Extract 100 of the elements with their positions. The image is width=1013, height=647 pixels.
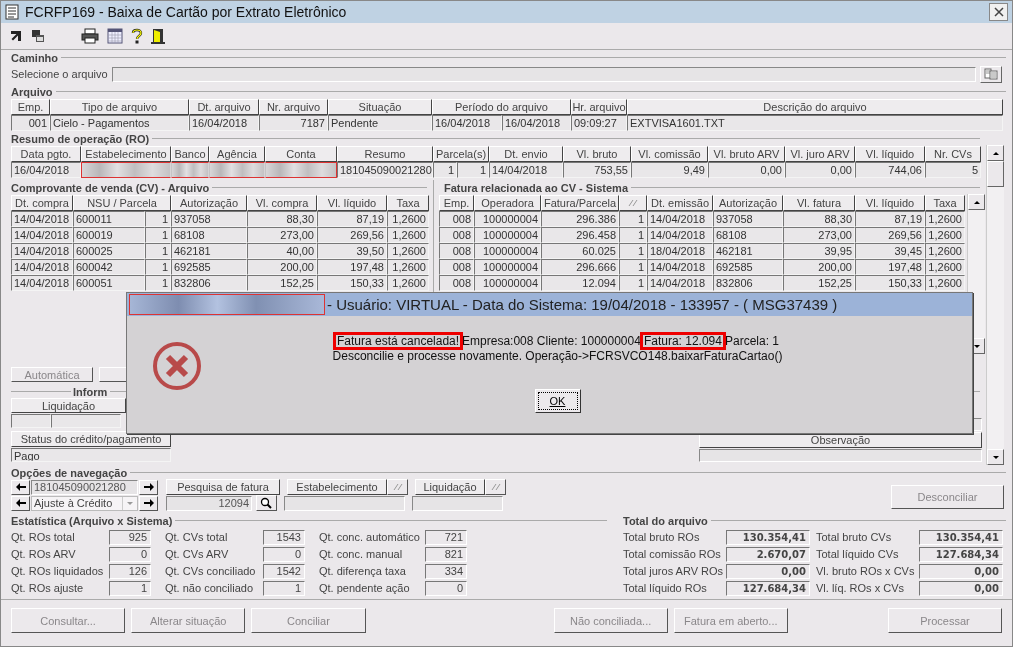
clear-button[interactable] xyxy=(387,479,408,495)
column-header[interactable]: Taxa xyxy=(387,195,429,211)
table-cell: 1 xyxy=(457,162,489,178)
column-header[interactable]: Vl. líquido xyxy=(317,195,387,211)
text-field[interactable] xyxy=(284,495,405,511)
close-icon xyxy=(992,6,1005,18)
column-header[interactable]: Período do arquivo xyxy=(432,99,571,115)
observation-field[interactable] xyxy=(699,448,982,462)
table-cell: 001 xyxy=(11,115,50,131)
clear-button[interactable] xyxy=(485,479,506,495)
next-button[interactable] xyxy=(139,495,158,511)
table-cell: 181045090021280 xyxy=(337,162,433,178)
file-path-field[interactable] xyxy=(111,66,976,82)
calendar-icon[interactable] xyxy=(107,28,123,44)
scroll-thumb[interactable] xyxy=(987,161,1004,187)
column-header[interactable]: Emp. xyxy=(439,195,474,211)
column-header[interactable]: Vl. bruto ARV xyxy=(708,146,785,162)
table-cell: Pendente xyxy=(328,115,432,131)
column-header[interactable]: Dt. compra xyxy=(11,195,73,211)
table-cell: 16/04/2018 xyxy=(432,115,502,131)
column-header[interactable]: Estabelecimento xyxy=(81,146,171,162)
column-header[interactable]: Estabelecimento xyxy=(287,479,387,495)
table-cell: 14/04/2018 xyxy=(11,211,73,227)
column-header[interactable]: Nr. CVs xyxy=(925,146,981,162)
scroll-down-button[interactable] xyxy=(987,449,1004,465)
printer-icon[interactable] xyxy=(81,28,99,44)
arrow-icon[interactable] xyxy=(9,29,23,43)
column-header[interactable]: Hr. arquivo xyxy=(571,99,627,115)
section-title: Arquivo xyxy=(11,85,54,98)
column-header[interactable]: Operadora xyxy=(474,195,541,211)
section-title: Total do arquivo xyxy=(623,514,709,527)
type-dropdown[interactable]: Ajuste à Crédito xyxy=(31,495,138,511)
search-button[interactable] xyxy=(256,495,277,511)
column-header[interactable]: Vl. líquido xyxy=(855,195,925,211)
column-header[interactable]: Emp. xyxy=(11,99,50,115)
column-header[interactable]: Vl. compra xyxy=(247,195,317,211)
ok-button[interactable]: OK xyxy=(534,389,581,413)
column-header[interactable]: Parcela(s) xyxy=(433,146,489,162)
column-header[interactable]: Pesquisa de fatura xyxy=(166,479,280,495)
table-cell: 152,25 xyxy=(247,275,317,291)
stat-value: 126 xyxy=(109,563,151,579)
column-header[interactable]: Vl. fatura xyxy=(783,195,855,211)
documents-icon xyxy=(984,68,998,80)
column-header[interactable]: Dt. arquivo xyxy=(189,99,259,115)
invoice-search-field[interactable]: 12094 xyxy=(166,495,252,511)
column-header[interactable]: Dt. emissão xyxy=(647,195,713,211)
scroll-up-button[interactable] xyxy=(987,145,1004,161)
column-header[interactable]: Resumo xyxy=(337,146,433,162)
column-header[interactable]: Situação xyxy=(328,99,432,115)
column-header[interactable]: Status do crédito/pagamento xyxy=(11,431,171,447)
stat-value: 0 xyxy=(109,546,151,562)
stat-value: 1 xyxy=(109,580,151,596)
section-title: Caminho xyxy=(11,51,60,64)
column-header[interactable]: NSU / Parcela xyxy=(73,195,171,211)
table-cell: 0,00 xyxy=(708,162,785,178)
table-cell: 39,95 xyxy=(783,243,855,259)
column-header[interactable]: Autorização xyxy=(713,195,783,211)
summary-field[interactable]: 181045090021280 xyxy=(31,479,138,495)
column-header[interactable]: Descrição do arquivo xyxy=(627,99,1003,115)
table-cell: 1 xyxy=(619,227,647,243)
column-header[interactable]: Vl. bruto xyxy=(563,146,631,162)
table-cell: 1,2600 xyxy=(925,211,965,227)
table-cell: 87,19 xyxy=(855,211,925,227)
previous-button[interactable] xyxy=(11,495,30,511)
stat-label: Qt. CVs ARV xyxy=(165,548,230,560)
windows-icon[interactable] xyxy=(31,29,45,43)
column-header[interactable] xyxy=(619,195,647,211)
column-header[interactable]: Vl. comissão xyxy=(631,146,708,162)
column-header[interactable]: Conta xyxy=(265,146,337,162)
next-button[interactable] xyxy=(139,479,158,495)
column-header[interactable]: Autorização xyxy=(171,195,247,211)
column-header[interactable]: Liquidação xyxy=(415,479,485,495)
column-header[interactable]: Vl. juro ARV xyxy=(785,146,855,162)
column-header[interactable]: Dt. envio xyxy=(489,146,563,162)
column-header[interactable]: Agência xyxy=(209,146,265,162)
browse-button[interactable] xyxy=(980,65,1002,83)
stat-value: 721 xyxy=(425,529,467,545)
column-header[interactable]: Data pgto. xyxy=(11,146,81,162)
text-field[interactable] xyxy=(412,495,503,511)
section-title: Estatística (Arquivo x Sistema) xyxy=(11,514,174,527)
column-header[interactable]: Taxa xyxy=(925,195,965,211)
table-cell: 744,06 xyxy=(855,162,925,178)
column-header[interactable]: Nr. arquivo xyxy=(259,99,328,115)
scrollbar[interactable] xyxy=(986,145,1004,465)
close-button[interactable] xyxy=(989,3,1008,21)
column-header[interactable]: Liquidação xyxy=(11,398,126,414)
scroll-up-button[interactable] xyxy=(968,194,985,210)
previous-button[interactable] xyxy=(11,479,30,495)
table-cell: 16/04/2018 xyxy=(189,115,259,131)
column-header[interactable]: Banco xyxy=(171,146,209,162)
column-header[interactable]: Vl. líquido xyxy=(855,146,925,162)
door-icon[interactable] xyxy=(151,28,165,44)
stat-label: Qt. CVs conciliado xyxy=(165,565,257,577)
column-header[interactable]: Fatura/Parcela xyxy=(541,195,619,211)
column-header[interactable]: Tipo de arquivo xyxy=(50,99,189,115)
table-cell: 008 xyxy=(439,259,474,275)
table-cell xyxy=(11,414,51,429)
help-icon[interactable] xyxy=(131,28,143,44)
table-cell: 600025 xyxy=(73,243,145,259)
stat-value: 0 xyxy=(263,546,305,562)
